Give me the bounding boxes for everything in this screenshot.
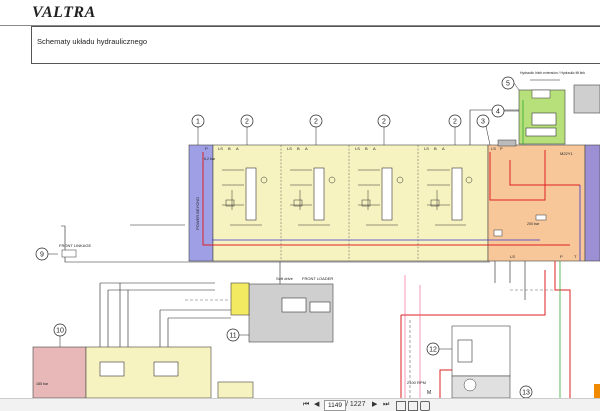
port-ls-1: LS (218, 146, 223, 151)
callout-num-11: 11 (229, 333, 236, 340)
port-ls-3: LS (355, 146, 360, 151)
callout-num-4: 4 (496, 109, 500, 116)
port-a-1: A (236, 146, 239, 151)
m22y1-label: M22Y1 (560, 151, 573, 156)
motor-label: M (427, 390, 431, 396)
hitch-ext-label: Hydraulic hitch extension / Hydraulic li… (520, 71, 585, 75)
page-total: / 1227 (346, 401, 366, 408)
right-frame-block (584, 144, 600, 262)
callout-num-2d: 2 (453, 119, 457, 126)
callout-num-1: 1 (196, 119, 200, 126)
front-linkage-label: FRONT LINKAGE (59, 243, 91, 248)
port-b-2: B (297, 146, 300, 151)
callout-num-2a: 2 (245, 119, 249, 126)
callout-num-12: 12 (429, 347, 437, 354)
document-page: VALTRA Schematy układu hydraulicznego 1 … (0, 0, 600, 398)
port-a-3: A (373, 146, 376, 151)
callout-num-2c: 2 (382, 119, 386, 126)
port-b-4: B (434, 146, 437, 151)
power-beyond-block (188, 144, 214, 262)
pump-block-lower (451, 375, 511, 398)
port-b-3: B (365, 146, 368, 151)
pressure-185-label: 185 bar (36, 382, 49, 386)
power-beyond-label: POWER BEYOND (195, 197, 200, 230)
callout-num-3: 3 (481, 119, 485, 126)
port-ls-2: LS (287, 146, 292, 151)
pink-block (32, 346, 87, 398)
front-loader-block (248, 283, 334, 343)
callout-num-2b: 2 (314, 119, 318, 126)
last-page-button[interactable]: ⏭ (383, 399, 389, 411)
bottom-valve-block (217, 381, 254, 398)
port-p-1: P (205, 146, 208, 151)
hydraulic-schematic: 1 2 2 2 2 3 4 5 9 10 11 12 13 POWER BEYO… (32, 71, 600, 398)
pdf-toolbar: ⏮ ◀ / 1227 ▶ ⏭ (0, 398, 600, 411)
port-ls-main: LS (491, 146, 496, 151)
rpm-label: 2100 RPM (407, 380, 426, 385)
soft-drive-label: Soft drive (276, 276, 294, 281)
soft-drive-yellow (230, 282, 250, 316)
pressure-200-label: 200 bar (527, 222, 540, 226)
pressure-62-label: 6,2 bar (204, 157, 216, 161)
front-loader-label: FRONT LOADER (302, 276, 333, 281)
callout-num-13: 13 (522, 390, 530, 397)
page-number-input[interactable] (324, 400, 346, 411)
port-p-bottom: P (560, 254, 563, 259)
next-page-button[interactable]: ▶ (372, 399, 377, 411)
callout-num-9: 9 (40, 252, 44, 259)
first-page-button[interactable]: ⏮ (303, 399, 309, 411)
port-ls-4: LS (424, 146, 429, 151)
port-ls-bottom: LS (510, 254, 515, 259)
port-b-1: B (228, 146, 231, 151)
callout-num-5: 5 (506, 81, 510, 88)
orange-tab (594, 384, 600, 398)
port-a-4: A (442, 146, 445, 151)
port-a-2: A (305, 146, 308, 151)
port-p-main: P (500, 146, 503, 151)
main-valve-block (487, 144, 586, 262)
prev-page-button[interactable]: ◀ (314, 399, 319, 411)
right-grey-box (573, 84, 600, 114)
callout-num-10: 10 (56, 328, 64, 335)
